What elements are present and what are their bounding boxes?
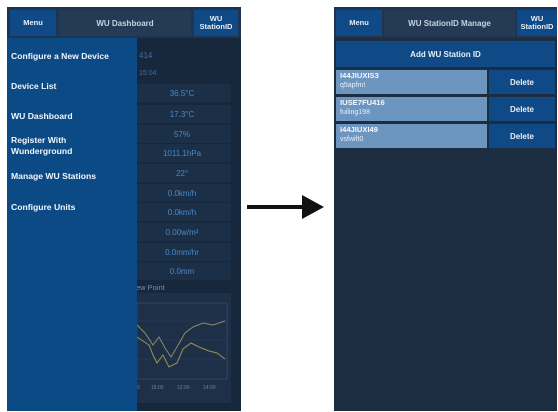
menu-button[interactable]: Menu bbox=[336, 10, 382, 36]
dashboard-value: 15:04 bbox=[139, 69, 157, 77]
tick-label: 12:00 bbox=[177, 385, 190, 391]
station-row: I44JIUXI49 vsfwift0 Delete bbox=[336, 124, 555, 148]
station-row: I44JIUXIS3 q5apfm! Delete bbox=[336, 70, 555, 94]
station-id: IUSE7FU416 bbox=[340, 98, 385, 107]
dashboard-value: 0.0mm/hr bbox=[133, 243, 231, 261]
delete-button[interactable]: Delete bbox=[489, 124, 555, 148]
drawer-item-configure-units[interactable]: Configure Units bbox=[11, 202, 135, 213]
drawer-item-manage-stations[interactable]: Manage WU Stations bbox=[11, 171, 135, 182]
dashboard-value: 414 bbox=[139, 50, 153, 60]
tick-label: 14:00 bbox=[203, 385, 216, 391]
arrow-shaft bbox=[247, 205, 307, 209]
top-bar: Menu WU Dashboard WU StationID bbox=[7, 7, 241, 38]
station-password: q5apfm! bbox=[340, 82, 366, 89]
page-title: WU Dashboard bbox=[59, 10, 191, 36]
menu-button[interactable]: Menu bbox=[10, 10, 56, 36]
dashboard-value: 0.0mm bbox=[133, 262, 231, 280]
drawer-item-wu-dashboard[interactable]: WU Dashboard bbox=[11, 111, 135, 122]
dashboard-value: 1011.1hPa bbox=[133, 144, 231, 162]
tick-label: 0 bbox=[137, 385, 140, 391]
station-password: vsfwift0 bbox=[340, 136, 364, 143]
dashboard-value: 57% bbox=[133, 125, 231, 143]
station-id: I44JIUXIS3 bbox=[340, 71, 379, 80]
station-info[interactable]: IUSE7FU416 fuiling198 bbox=[336, 97, 487, 121]
wu-dashboard-screen: Menu WU Dashboard WU StationID 414 15:04… bbox=[7, 7, 241, 411]
dashboard-value: 17.3°C bbox=[133, 105, 231, 123]
comparison-stage: Menu WU Dashboard WU StationID 414 15:04… bbox=[0, 0, 558, 412]
drawer-item-device-list[interactable]: Device List bbox=[11, 81, 135, 92]
station-row: IUSE7FU416 fuiling198 Delete bbox=[336, 97, 555, 121]
dashboard-value: 22° bbox=[133, 164, 231, 182]
delete-button[interactable]: Delete bbox=[489, 70, 555, 94]
station-id-button[interactable]: WU StationID bbox=[194, 10, 238, 36]
station-info[interactable]: I44JIUXIS3 q5apfm! bbox=[336, 70, 487, 94]
navigation-drawer: Configure a New Device Device List WU Da… bbox=[7, 38, 137, 411]
tick-label: 15:00 bbox=[151, 385, 164, 391]
chart-title: ew Point bbox=[136, 283, 165, 292]
page-title: WU StationID Manage bbox=[384, 10, 515, 36]
dew-point-chart: 0 15:00 12:00 14:00 bbox=[133, 293, 231, 403]
dashboard-value: 0.00w/m² bbox=[133, 223, 231, 241]
dashboard-value: 0.0km/h bbox=[133, 184, 231, 202]
drawer-item-configure-device[interactable]: Configure a New Device bbox=[11, 51, 135, 62]
station-manage-screen: Menu WU StationID Manage WU StationID Ad… bbox=[334, 7, 557, 411]
station-info[interactable]: I44JIUXI49 vsfwift0 bbox=[336, 124, 487, 148]
drawer-item-register-wunderground[interactable]: Register With Wunderground bbox=[11, 135, 101, 157]
dashboard-value: 36.5°C bbox=[133, 84, 231, 102]
station-password: fuiling198 bbox=[340, 109, 370, 116]
station-id-button[interactable]: WU StationID bbox=[517, 10, 557, 36]
add-station-button[interactable]: Add WU Station ID bbox=[336, 41, 555, 67]
arrow-right-icon bbox=[302, 195, 324, 219]
delete-button[interactable]: Delete bbox=[489, 97, 555, 121]
dashboard-value: 0.0km/h bbox=[133, 203, 231, 221]
top-bar: Menu WU StationID Manage WU StationID bbox=[334, 7, 557, 38]
chart-svg: 0 15:00 12:00 14:00 bbox=[136, 302, 228, 391]
station-id: I44JIUXI49 bbox=[340, 125, 378, 134]
